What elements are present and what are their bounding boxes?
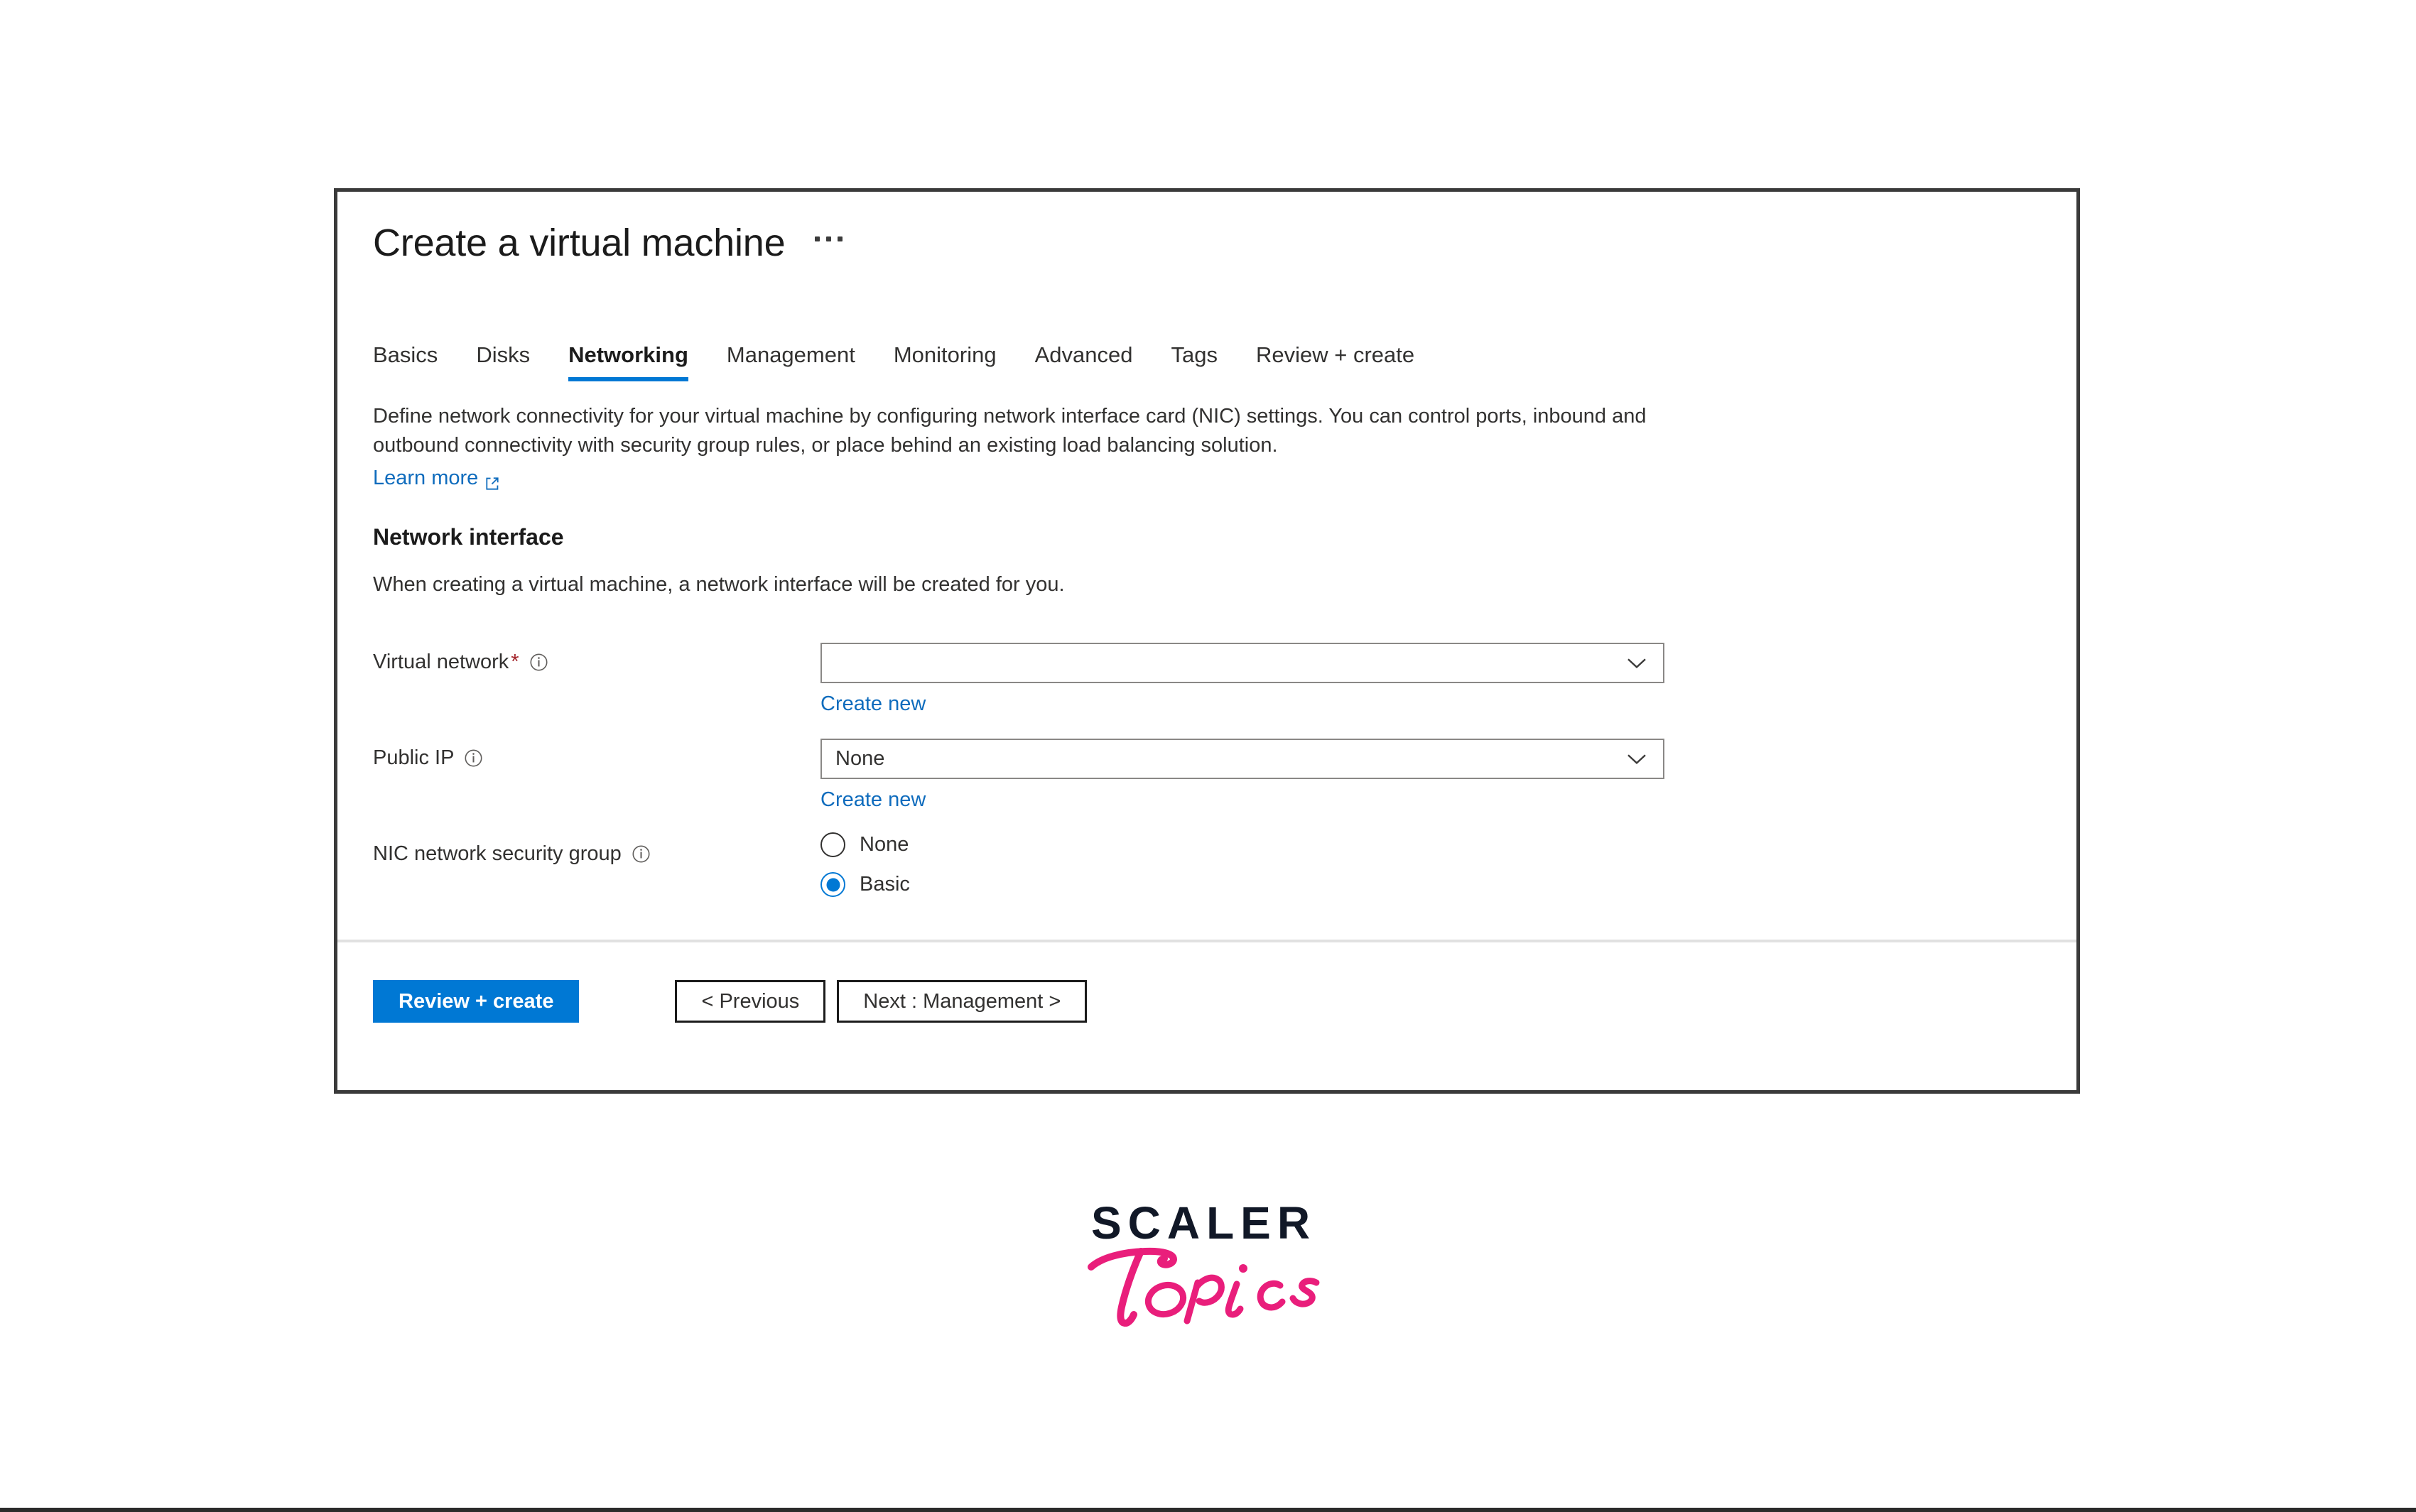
- radio-label: Basic: [860, 873, 910, 896]
- required-asterisk: *: [511, 651, 519, 673]
- info-icon[interactable]: [632, 844, 651, 864]
- label-text: Public IP: [373, 746, 455, 769]
- external-link-icon: [484, 471, 500, 490]
- tab-label: Tags: [1171, 342, 1218, 367]
- nic-security-group-radio-group: None Basic: [820, 832, 910, 912]
- tab-label: Advanced: [1034, 342, 1133, 367]
- label-text: NIC network security group: [373, 842, 622, 865]
- tab-advanced[interactable]: Advanced: [1016, 342, 1152, 381]
- public-ip-label: Public IP: [373, 746, 483, 770]
- virtual-network-create-new-link[interactable]: Create new: [820, 692, 926, 716]
- wizard-footer: Review + create < Previous Next : Manage…: [373, 980, 1088, 1023]
- chevron-down-icon: [1626, 753, 1647, 766]
- radio-option-basic[interactable]: Basic: [820, 872, 910, 897]
- tab-label: Review + create: [1255, 342, 1415, 367]
- learn-more-link[interactable]: Learn more: [373, 464, 500, 493]
- section-subtext: When creating a virtual machine, a netwo…: [373, 573, 1065, 596]
- blade-header: Create a virtual machine: [373, 224, 845, 262]
- radio-label: None: [860, 833, 909, 856]
- radio-indicator-selected: [820, 872, 845, 897]
- tab-monitoring[interactable]: Monitoring: [874, 342, 1016, 381]
- learn-more-label: Learn more: [373, 467, 479, 490]
- virtual-network-label: Virtual network *: [373, 651, 548, 674]
- public-ip-value: None: [835, 747, 885, 770]
- info-icon[interactable]: [464, 749, 483, 768]
- tab-label: Basics: [373, 342, 438, 367]
- previous-button[interactable]: < Previous: [675, 980, 826, 1023]
- public-ip-select[interactable]: None: [820, 739, 1664, 779]
- create-vm-blade: Create a virtual machine Basics Disks Ne…: [334, 188, 2080, 1094]
- label-text: Virtual network: [373, 651, 509, 673]
- logo-topics-script: [1051, 1241, 1350, 1327]
- tab-review-create[interactable]: Review + create: [1237, 342, 1434, 381]
- virtual-network-select[interactable]: [820, 643, 1664, 683]
- tab-management[interactable]: Management: [708, 342, 874, 381]
- tab-networking[interactable]: Networking: [549, 342, 708, 381]
- footer-divider: [337, 940, 2076, 942]
- tab-label: Management: [726, 342, 855, 367]
- info-icon[interactable]: [529, 653, 548, 672]
- section-heading-network-interface: Network interface: [373, 524, 564, 550]
- public-ip-control: None Create new: [820, 739, 1664, 812]
- tab-basics[interactable]: Basics: [373, 342, 457, 381]
- tab-tags[interactable]: Tags: [1152, 342, 1236, 381]
- public-ip-create-new-link[interactable]: Create new: [820, 788, 926, 812]
- tab-label: Disks: [476, 342, 531, 367]
- radio-option-none[interactable]: None: [820, 832, 910, 857]
- logo-scaler-text: SCALER: [1090, 1197, 1317, 1249]
- page-bottom-rule: [0, 1508, 2416, 1512]
- tab-label: Networking: [568, 342, 688, 367]
- ellipsis-dot: [815, 236, 820, 241]
- description-text: Define network connectivity for your vir…: [373, 405, 1647, 457]
- scaler-topics-logo: SCALER: [1051, 1200, 1350, 1327]
- more-options-icon[interactable]: [812, 229, 845, 257]
- radio-indicator: [820, 832, 845, 857]
- chevron-down-icon: [1626, 657, 1647, 670]
- tab-label: Monitoring: [893, 342, 997, 367]
- nic-security-group-label: NIC network security group: [373, 842, 651, 866]
- ellipsis-dot: [838, 236, 843, 241]
- wizard-tabs: Basics Disks Networking Management Monit…: [373, 342, 1434, 381]
- tab-disks[interactable]: Disks: [457, 342, 549, 381]
- review-create-button[interactable]: Review + create: [373, 980, 580, 1023]
- page-title: Create a virtual machine: [373, 222, 786, 264]
- networking-description: Define network connectivity for your vir…: [373, 402, 1659, 494]
- virtual-network-control: Create new: [820, 643, 1664, 716]
- next-management-button[interactable]: Next : Management >: [837, 980, 1088, 1023]
- ellipsis-dot: [826, 236, 832, 241]
